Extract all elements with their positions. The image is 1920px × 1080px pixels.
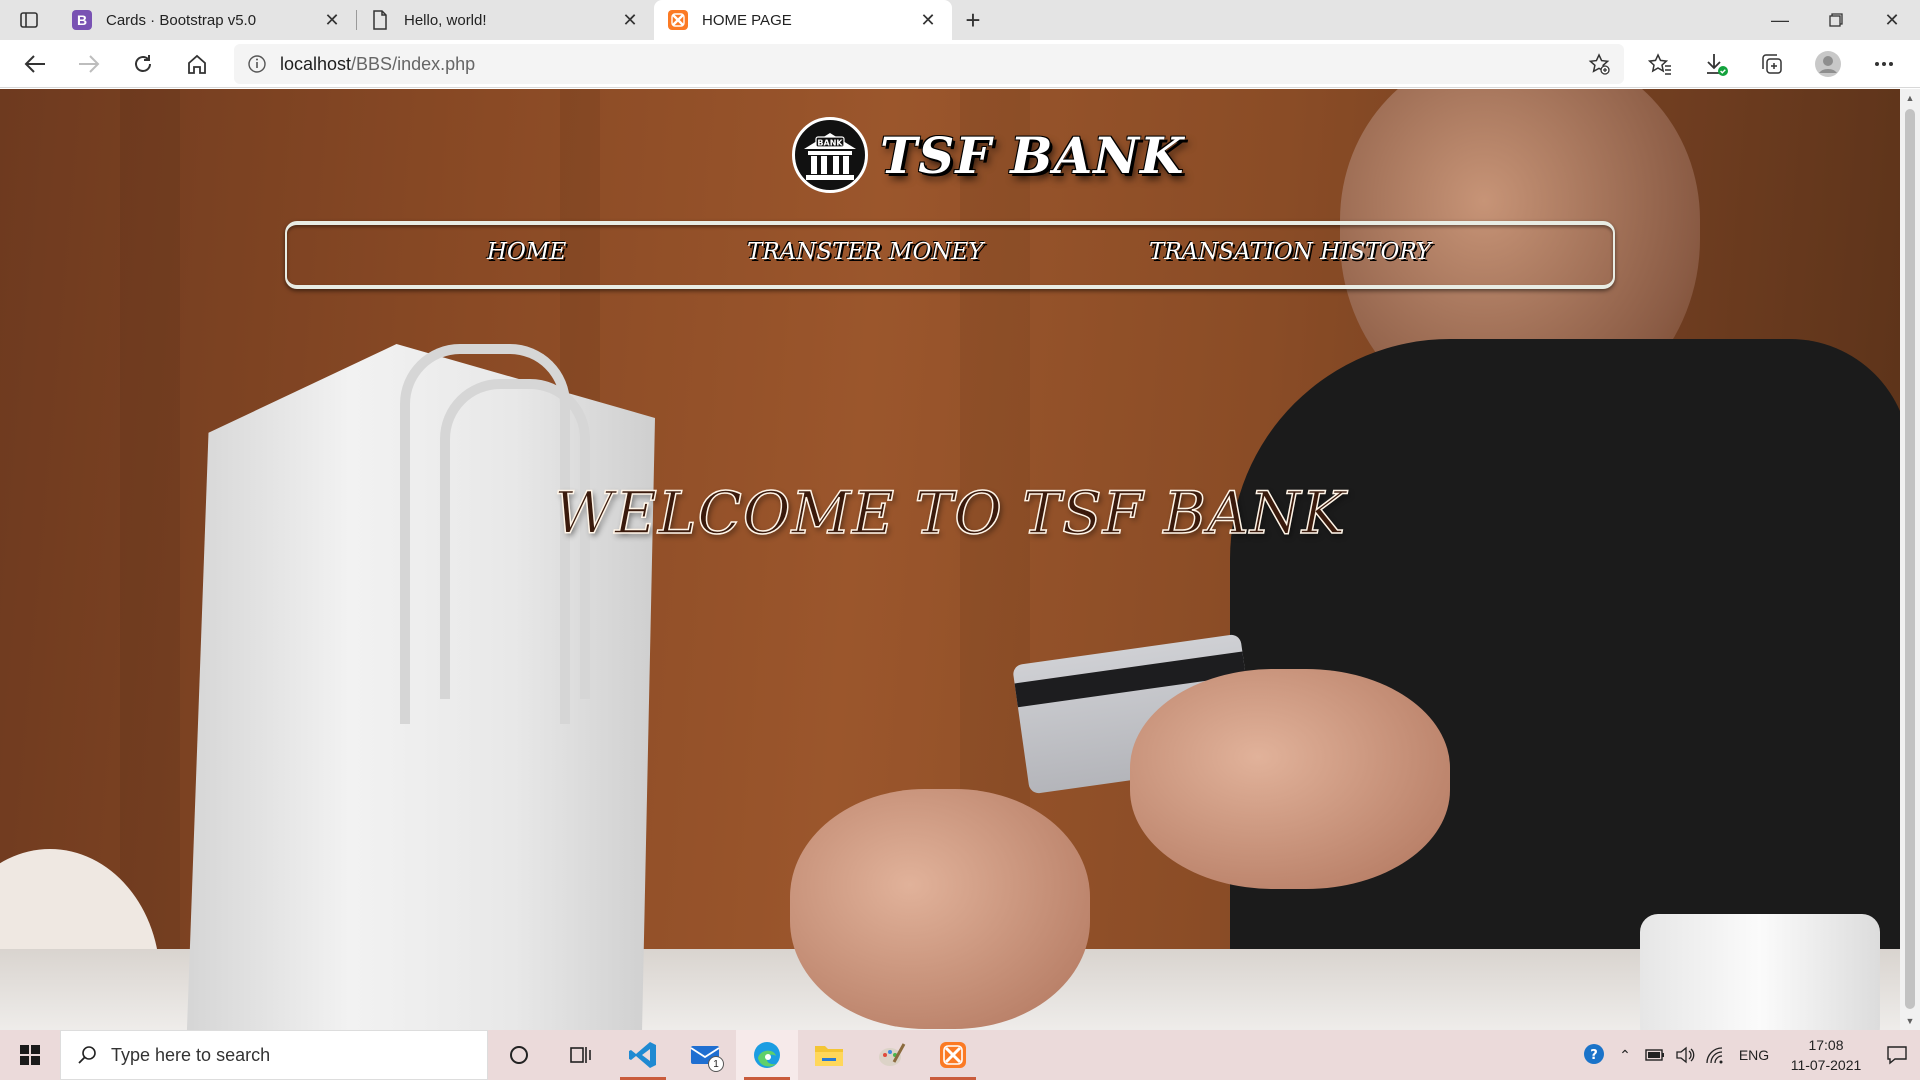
site-info-icon[interactable] (234, 54, 280, 74)
scroll-up-icon[interactable]: ▲ (1900, 89, 1920, 107)
tab-actions-icon (20, 12, 38, 28)
nav-home-link[interactable]: HOME (487, 239, 566, 265)
reload-button[interactable] (116, 40, 170, 88)
bank-logo-icon: BANK (792, 117, 868, 193)
search-icon (78, 1046, 96, 1064)
home-button[interactable] (170, 40, 224, 88)
clock-time: 17:08 (1808, 1037, 1844, 1053)
forward-button[interactable] (62, 40, 116, 88)
toolbar (1632, 40, 1912, 88)
welcome-heading: WELCOME TO TSF BANK (553, 478, 1346, 548)
more-dots-icon (1875, 62, 1893, 66)
battery-icon[interactable] (1640, 1030, 1670, 1080)
scrollbar-thumb[interactable] (1905, 109, 1915, 1009)
window-controls: — ✕ (1752, 0, 1920, 40)
home-icon (188, 54, 206, 74)
restore-button[interactable] (1808, 0, 1864, 40)
wifi-icon[interactable] (1700, 1030, 1730, 1080)
mail-taskbar-button[interactable]: 1 (674, 1030, 736, 1080)
edge-taskbar-button[interactable] (736, 1030, 798, 1080)
start-button[interactable] (0, 1030, 60, 1080)
web-page: BANK TSF BANK HOME TRANSTER MONEY TRANSA… (0, 89, 1900, 1030)
tab-home-page[interactable]: HOME PAGE ✕ (654, 0, 952, 40)
forward-arrow-icon (79, 54, 100, 73)
windows-taskbar: Type here to search 1 ? ⌃ ENG 17:08 11-0… (0, 1030, 1920, 1080)
back-button[interactable] (8, 40, 62, 88)
edge-browser-icon (754, 1042, 780, 1068)
xampp-taskbar-button[interactable] (922, 1030, 984, 1080)
clock[interactable]: 17:08 11-07-2021 (1778, 1035, 1874, 1075)
tab-hello-world[interactable]: Hello, world! ✕ (356, 0, 654, 40)
main-nav: HOME TRANSTER MONEY TRANSATION HISTORY (285, 221, 1615, 289)
system-tray: ? ⌃ ENG 17:08 11-07-2021 (1580, 1030, 1920, 1080)
background-photo-detail (790, 789, 1090, 1029)
input-language-indicator[interactable]: ENG (1730, 1030, 1778, 1080)
background-photo-detail (1130, 669, 1450, 889)
page-scrollbar[interactable]: ▲ ▼ (1900, 89, 1920, 1030)
volume-icon[interactable] (1670, 1030, 1700, 1080)
file-explorer-taskbar-button[interactable] (798, 1030, 860, 1080)
collections-icon (1762, 54, 1782, 74)
tab-title: Hello, world! (404, 11, 487, 29)
paint-palette-icon (879, 1043, 906, 1066)
paint-taskbar-button[interactable] (860, 1030, 922, 1080)
new-tab-button[interactable]: + (952, 0, 994, 40)
show-hidden-icons-icon[interactable]: ⌃ (1610, 1030, 1640, 1080)
taskbar-search-input[interactable]: Type here to search (60, 1030, 488, 1080)
collections-button[interactable] (1744, 40, 1800, 88)
mail-count-badge: 1 (708, 1056, 724, 1072)
url-host: localhost (280, 53, 352, 74)
address-bar: localhost/BBS/index.php (0, 40, 1920, 88)
close-window-button[interactable]: ✕ (1864, 0, 1920, 40)
avatar-icon (1815, 51, 1841, 77)
close-tab-icon[interactable]: ✕ (322, 10, 342, 30)
cortana-icon (510, 1046, 528, 1064)
tab-title: HOME PAGE (702, 11, 792, 29)
scroll-down-icon[interactable]: ▼ (1900, 1012, 1920, 1030)
clock-date: 11-07-2021 (1790, 1057, 1862, 1073)
background-photo-detail (1640, 914, 1880, 1030)
url-text: localhost/BBS/index.php (280, 54, 475, 75)
vscode-icon (629, 1042, 656, 1068)
favorites-button[interactable] (1632, 40, 1688, 88)
notifications-icon[interactable] (1874, 1030, 1920, 1080)
tab-cards-bootstrap[interactable]: B Cards · Bootstrap v5.0 ✕ (58, 0, 356, 40)
back-arrow-icon (24, 54, 45, 73)
search-placeholder: Type here to search (111, 1044, 271, 1065)
task-view-button[interactable] (550, 1030, 612, 1080)
minimize-button[interactable]: — (1752, 0, 1808, 40)
nav-transaction-history-link[interactable]: TRANSATION HISTORY (1149, 239, 1431, 265)
tab-title: Cards · Bootstrap v5.0 (106, 11, 257, 29)
restore-icon (1829, 13, 1843, 27)
profile-button[interactable] (1800, 40, 1856, 88)
tab-bar: B Cards · Bootstrap v5.0 ✕ Hello, world!… (0, 0, 1920, 40)
close-tab-icon[interactable]: ✕ (620, 10, 640, 30)
page-icon (370, 10, 390, 30)
xampp-icon (668, 10, 688, 30)
cortana-button[interactable] (488, 1030, 550, 1080)
help-icon[interactable]: ? (1580, 1030, 1610, 1080)
folder-icon (815, 1046, 843, 1066)
reload-icon (135, 54, 151, 72)
favorites-star-icon (1648, 53, 1671, 75)
svg-text:?: ? (1590, 1048, 1598, 1063)
site-title: TSF BANK (880, 125, 1185, 185)
bank-logo-text: BANK (817, 139, 843, 148)
add-favorite-icon[interactable] (1588, 53, 1610, 80)
task-view-icon (570, 1047, 591, 1063)
download-icon (1707, 54, 1728, 76)
bootstrap-icon: B (72, 10, 92, 30)
url-field[interactable]: localhost/BBS/index.php (234, 44, 1624, 84)
tab-actions-button[interactable] (0, 0, 58, 40)
vscode-taskbar-button[interactable] (612, 1030, 674, 1080)
site-header: BANK TSF BANK (792, 117, 1184, 193)
url-path: /BBS/index.php (351, 53, 476, 74)
xampp-icon (940, 1042, 966, 1068)
settings-more-button[interactable] (1856, 40, 1912, 88)
close-tab-icon[interactable]: ✕ (918, 10, 938, 30)
nav-transfer-money-link[interactable]: TRANSTER MONEY (747, 239, 983, 265)
windows-logo-icon (20, 1045, 40, 1065)
downloads-button[interactable] (1688, 40, 1744, 88)
